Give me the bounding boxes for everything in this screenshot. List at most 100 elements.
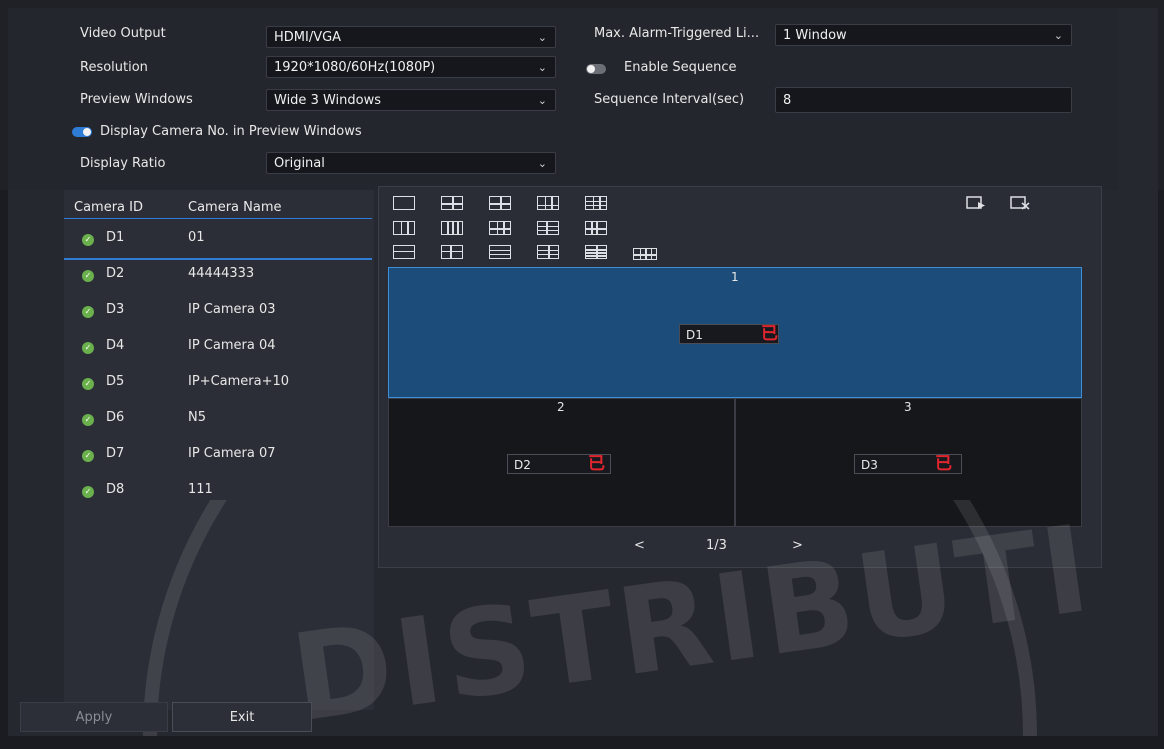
exit-button[interactable]: Exit: [172, 702, 312, 732]
layout-option-icon[interactable]: [585, 245, 607, 259]
sequence-clear-icon[interactable]: [1010, 195, 1032, 211]
preview-windows-select[interactable]: Wide 3 Windows ⌄: [266, 89, 556, 111]
layout-option-icon[interactable]: [585, 196, 607, 210]
camera-id: D4: [106, 338, 125, 353]
camera-name: IP Camera 03: [188, 302, 276, 317]
layout-option-icon[interactable]: [489, 245, 511, 259]
video-output-label: Video Output: [80, 26, 166, 41]
layout-option-icon[interactable]: [441, 245, 463, 259]
chevron-down-icon: ⌄: [537, 157, 547, 170]
camera-id: D7: [106, 446, 125, 461]
layout-divider: [452, 222, 454, 234]
watermark-arc: [143, 500, 1037, 736]
layout-divider: [394, 250, 414, 253]
camera-name-header: Camera Name: [188, 200, 282, 215]
layout-option-icon[interactable]: [393, 196, 415, 210]
layout-option-icon[interactable]: [393, 245, 415, 259]
layout-option-icon[interactable]: [585, 221, 607, 235]
layout-divider: [634, 254, 656, 256]
layout-divider: [407, 222, 409, 234]
check-circle-icon: ✓: [82, 450, 94, 462]
check-circle-icon: ✓: [82, 234, 94, 246]
window-number: 2: [557, 400, 565, 414]
sequence-play-icon[interactable]: [966, 195, 988, 211]
camera-id: D6: [106, 410, 125, 425]
chevron-down-icon: ⌄: [537, 94, 547, 107]
layout-divider: [544, 197, 547, 209]
camera-row[interactable]: ✓ D4 IP Camera 04: [64, 330, 372, 366]
video-output-select[interactable]: HDMI/VGA ⌄: [266, 26, 556, 48]
check-circle-icon: ✓: [82, 414, 94, 426]
camera-row[interactable]: ✓ D1 01: [64, 222, 372, 260]
layout-option-icon[interactable]: [537, 221, 559, 235]
resolution-value: 1920*1080/60Hz(1080P): [274, 60, 436, 75]
camera-id: D5: [106, 374, 125, 389]
preview-window-1[interactable]: 1 D1 已: [388, 267, 1082, 398]
layout-option-icon[interactable]: [537, 196, 559, 210]
layout-divider: [599, 197, 601, 209]
enable-sequence-toggle[interactable]: [586, 64, 606, 74]
chevron-down-icon: ⌄: [537, 61, 547, 74]
trash-icon[interactable]: 已: [761, 324, 778, 344]
camera-name: N5: [188, 410, 206, 425]
layout-divider: [586, 255, 606, 257]
layout-divider: [586, 200, 606, 203]
display-camera-no-toggle[interactable]: [72, 127, 92, 137]
layout-divider: [548, 246, 550, 258]
window-number: 1: [731, 270, 739, 284]
resolution-select[interactable]: 1920*1080/60Hz(1080P) ⌄: [266, 56, 556, 78]
layout-option-icon[interactable]: [441, 196, 463, 210]
window-camera-id: D2: [514, 458, 531, 472]
resolution-label: Resolution: [80, 60, 148, 75]
sequence-play-icon-svg: [966, 196, 985, 209]
layout-divider: [538, 229, 558, 232]
enable-sequence-label: Enable Sequence: [624, 60, 737, 75]
layout-divider: [586, 228, 606, 230]
check-circle-icon: ✓: [82, 306, 94, 318]
max-alarm-select[interactable]: 1 Window ⌄: [775, 24, 1072, 46]
layout-option-icon[interactable]: [537, 245, 559, 259]
layout-option-icon[interactable]: [489, 196, 511, 210]
display-ratio-select[interactable]: Original ⌄: [266, 152, 556, 174]
camera-name: 111: [188, 482, 213, 497]
toggle-knob: [587, 65, 595, 73]
max-alarm-value: 1 Window: [783, 28, 847, 43]
camera-id: D3: [106, 302, 125, 317]
layout-option-icon[interactable]: [489, 221, 511, 235]
camera-row[interactable]: ✓ D6 N5: [64, 402, 372, 438]
camera-row[interactable]: ✓ D3 IP Camera 03: [64, 294, 372, 330]
layout-divider: [490, 228, 510, 230]
camera-name: IP Camera 07: [188, 446, 276, 461]
layout-divider: [457, 222, 459, 234]
layout-option-icon[interactable]: [441, 221, 463, 235]
camera-row[interactable]: ✓ D5 IP+Camera+10: [64, 366, 372, 402]
trash-icon[interactable]: 已: [935, 454, 952, 474]
layout-divider: [538, 253, 558, 256]
layout-divider: [490, 203, 510, 205]
sequence-interval-input[interactable]: 8: [775, 87, 1072, 113]
toggle-knob: [83, 128, 91, 136]
layout-option-icon[interactable]: [393, 221, 415, 235]
window-camera-id: D1: [686, 328, 703, 342]
layout-divider: [586, 252, 606, 254]
camera-row[interactable]: ✓ D2 44444333: [64, 258, 372, 294]
layout-divider: [538, 204, 558, 207]
chevron-down-icon: ⌄: [537, 31, 547, 44]
camera-name: 44444333: [188, 266, 255, 281]
max-alarm-label: Max. Alarm-Triggered Li...: [594, 26, 760, 41]
layout-divider: [442, 250, 462, 253]
apply-button[interactable]: Apply: [20, 702, 168, 732]
check-circle-icon: ✓: [82, 342, 94, 354]
layout-divider: [551, 197, 553, 209]
camera-id: D1: [106, 230, 125, 245]
layout-divider: [538, 249, 558, 252]
preview-windows-label: Preview Windows: [80, 92, 193, 107]
trash-icon[interactable]: 已: [588, 454, 605, 474]
sequence-clear-icon-svg: [1010, 196, 1030, 210]
layout-option-icon[interactable]: [633, 248, 657, 260]
layout-divider: [586, 249, 606, 251]
check-circle-icon: ✓: [82, 378, 94, 390]
camera-name: IP Camera 04: [188, 338, 276, 353]
camera-row[interactable]: ✓ D7 IP Camera 07: [64, 438, 372, 474]
camera-name: IP+Camera+10: [188, 374, 290, 389]
